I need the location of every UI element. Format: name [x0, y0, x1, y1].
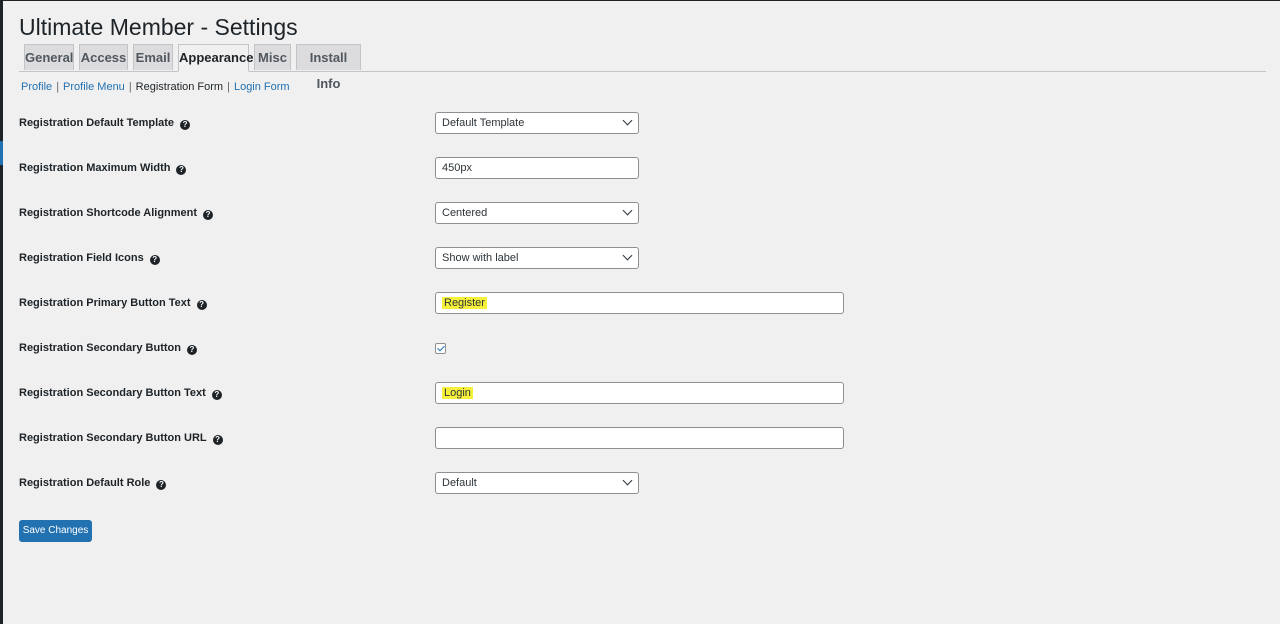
subnav-separator: | [128, 81, 132, 93]
primary-button-text-label: Registration Primary Button Text [19, 297, 191, 309]
help-icon[interactable]: ? [203, 210, 214, 220]
subnav-separator: | [227, 81, 230, 93]
help-icon[interactable]: ? [180, 120, 191, 130]
alignment-value: Centered [442, 207, 488, 219]
field-icons-label: Registration Field Icons [19, 252, 144, 264]
secondary-button-text-row-label: Registration Secondary Button Text? [19, 386, 222, 400]
tab-appearance[interactable]: Appearance [178, 44, 253, 72]
subnav-profile-menu[interactable]: Profile Menu [63, 81, 125, 93]
subnav-registration-form: Registration Form [135, 81, 224, 93]
help-icon[interactable]: ? [212, 435, 223, 445]
secondary-button-url-input[interactable] [435, 427, 844, 449]
max-width-value: 450px [442, 162, 472, 174]
primary-button-text-input[interactable]: Register [435, 292, 844, 314]
default-template-value: Default Template [442, 117, 525, 129]
secondary-button-url-row-label: Registration Secondary Button URL? [19, 431, 223, 445]
admin-sidebar-active-indicator [0, 141, 3, 165]
chevron-down-icon [622, 475, 633, 486]
help-icon[interactable]: ? [176, 165, 187, 175]
help-icon[interactable]: ? [196, 300, 207, 310]
page-title: Ultimate Member - Settings [19, 14, 298, 40]
checkmark-icon [437, 343, 445, 352]
secondary-button-label: Registration Secondary Button [19, 342, 181, 354]
default-role-value: Default [442, 477, 477, 489]
section-subnav: Profile | Profile Menu | Registration Form | L… [21, 80, 290, 94]
default-role-label: Registration Default Role [19, 477, 151, 489]
secondary-button-row-label: Registration Secondary Button? [19, 341, 197, 355]
secondary-button-url-label: Registration Secondary Button URL [19, 432, 207, 444]
default-template-select[interactable]: Default Template [435, 112, 639, 134]
alignment-row-label: Registration Shortcode Alignment? [19, 206, 214, 220]
help-icon[interactable]: ? [149, 255, 160, 265]
admin-sidebar-edge [0, 0, 3, 624]
tab-install-info[interactable]: Install Info [296, 44, 361, 91]
tab-access[interactable]: Access [79, 44, 128, 70]
alignment-select[interactable]: Centered [435, 202, 639, 224]
top-border [0, 0, 1280, 1]
secondary-button-text-input[interactable]: Login [435, 382, 844, 404]
help-icon[interactable]: ? [211, 390, 222, 400]
settings-tabs: General Access Email Appearance Misc Ins… [19, 44, 1266, 91]
secondary-button-checkbox[interactable] [435, 343, 446, 354]
field-icons-row-label: Registration Field Icons? [19, 251, 160, 265]
subnav-profile[interactable]: Profile [21, 81, 52, 93]
help-icon[interactable]: ? [186, 345, 197, 355]
default-template-label: Registration Default Template [19, 117, 175, 129]
secondary-button-text-label: Registration Secondary Button Text [19, 387, 206, 399]
tab-misc[interactable]: Misc [254, 44, 291, 70]
default-role-select[interactable]: Default [435, 472, 639, 494]
max-width-row-label: Registration Maximum Width? [19, 161, 187, 175]
chevron-down-icon [622, 205, 633, 216]
secondary-button-text-value: Login [442, 387, 473, 399]
field-icons-value: Show with label [442, 252, 519, 264]
subnav-login-form[interactable]: Login Form [234, 81, 290, 93]
tab-general[interactable]: General [24, 44, 74, 70]
primary-button-text-value: Register [442, 297, 487, 309]
max-width-input[interactable]: 450px [435, 157, 639, 179]
help-icon[interactable]: ? [156, 480, 167, 490]
default-template-row-label: Registration Default Template? [19, 116, 191, 130]
tab-email[interactable]: Email [133, 44, 173, 70]
chevron-down-icon [622, 115, 633, 126]
subnav-separator: | [56, 81, 60, 93]
save-changes-button[interactable]: Save Changes [19, 520, 92, 542]
chevron-down-icon [622, 250, 633, 261]
field-icons-select[interactable]: Show with label [435, 247, 639, 269]
alignment-label: Registration Shortcode Alignment [19, 207, 198, 219]
default-role-row-label: Registration Default Role? [19, 476, 167, 490]
primary-button-text-row-label: Registration Primary Button Text? [19, 296, 207, 310]
max-width-label: Registration Maximum Width [19, 162, 171, 174]
